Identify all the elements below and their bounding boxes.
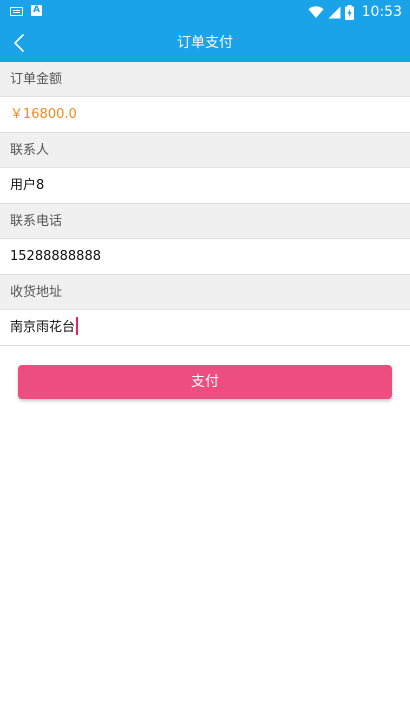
order-amount-label: 订单金额 [0, 62, 410, 97]
address-field[interactable]: 南京雨花台 [0, 310, 410, 346]
address-text: 南京雨花台 [10, 320, 76, 335]
order-amount-value: ￥16800.0 [0, 97, 410, 133]
signal-icon [328, 6, 341, 18]
address-label: 收货地址 [0, 275, 410, 310]
keyboard-icon [10, 6, 23, 16]
pay-button[interactable]: 支付 [18, 365, 392, 399]
page-title: 订单支付 [177, 35, 233, 51]
wifi-icon [308, 5, 324, 18]
phone-field[interactable]: 15288888888 [0, 239, 410, 275]
status-right-icons: 10:53 [308, 2, 402, 22]
order-payment-screen: A 10:53 订单支付 订单金额 ￥16800.0 联系人 用户8 联系电话 … [0, 0, 410, 726]
order-form: 订单金额 ￥16800.0 联系人 用户8 联系电话 15288888888 收… [0, 62, 410, 346]
phone-label: 联系电话 [0, 204, 410, 239]
contact-field[interactable]: 用户8 [0, 168, 410, 204]
back-icon [14, 34, 24, 52]
status-bar: A 10:53 [0, 0, 410, 24]
toolbar: 订单支付 [0, 24, 410, 62]
status-time: 10:53 [361, 4, 402, 20]
text-cursor [76, 317, 79, 335]
contact-label: 联系人 [0, 133, 410, 168]
status-left-icons: A [10, 5, 42, 16]
back-button[interactable] [4, 28, 34, 58]
battery-charging-icon [344, 4, 354, 20]
a-icon: A [31, 5, 42, 16]
